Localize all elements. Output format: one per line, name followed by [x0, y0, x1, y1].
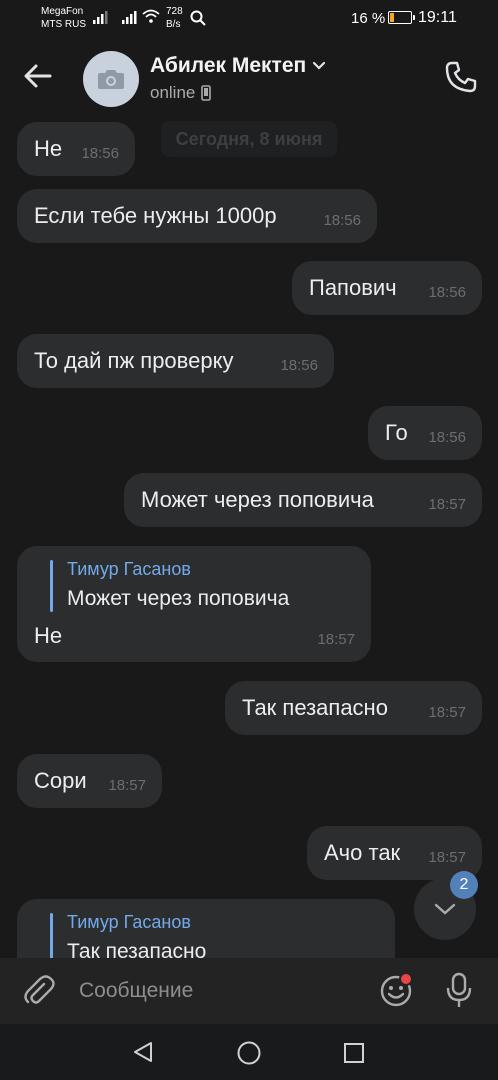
message-time: 18:57 [428, 496, 466, 513]
chat-header: Абилек Мектеп online [0, 36, 498, 120]
back-arrow-icon[interactable] [20, 58, 56, 94]
network-speed: 728 B/s [166, 5, 183, 31]
message-bubble[interactable]: Может через поповича 18:57 [124, 473, 482, 527]
carrier-name-1: MegaFon [41, 6, 84, 17]
reply-message-bubble[interactable]: Тимур Гасанов Может через поповича Не 18… [17, 546, 371, 662]
signal-icon [93, 11, 108, 24]
message-text: Сори [34, 768, 87, 793]
reply-quote-bar [50, 560, 53, 612]
message-bubble[interactable]: Го 18:56 [368, 406, 482, 460]
message-input[interactable] [79, 976, 359, 1006]
message-text: Может через поповича [141, 487, 374, 512]
reply-author[interactable]: Тимур Гасанов [67, 559, 191, 580]
camera-icon [98, 70, 124, 89]
message-time: 18:57 [108, 777, 146, 794]
network-speed-unit: B/s [166, 19, 181, 30]
message-time: 18:56 [428, 429, 466, 446]
phone-call-icon[interactable] [444, 60, 478, 94]
message-bubble[interactable]: Если тебе нужны 1000р 18:56 [17, 189, 377, 243]
message-time: 18:56 [428, 284, 466, 301]
chevron-down-icon [434, 903, 456, 915]
message-bubble[interactable]: То дай пж проверку 18:56 [17, 334, 334, 388]
message-text: Так пезапасно [242, 695, 388, 720]
mobile-device-icon [201, 85, 212, 101]
message-text: Не [34, 136, 63, 161]
message-time: 18:56 [81, 145, 119, 162]
reply-quote-bar [50, 913, 53, 958]
message-bubble[interactable]: Папович 18:56 [292, 261, 482, 315]
message-text: Не [34, 623, 63, 648]
notification-dot [399, 972, 413, 986]
wifi-icon [142, 9, 160, 23]
message-composer [0, 958, 498, 1024]
online-status: online [150, 83, 196, 102]
message-time: 18:57 [317, 631, 355, 648]
carrier-info: MegaFon MTS RUS [41, 5, 86, 31]
reply-quoted-text: Может через поповича [67, 587, 290, 610]
reply-message-bubble[interactable]: Тимур Гасанов Так пезапасно [17, 899, 395, 958]
nav-recent-apps-icon[interactable] [343, 1042, 365, 1064]
reply-quoted-text: Так пезапасно [67, 940, 207, 958]
battery-icon [388, 11, 415, 24]
message-text: Если тебе нужны 1000р [34, 203, 277, 228]
status-bar: MegaFon MTS RUS 728 B/s 16 % 19:11 [0, 0, 498, 36]
system-navigation-bar [0, 1024, 498, 1080]
clock: 19:11 [418, 9, 457, 26]
search-icon [190, 10, 206, 26]
avatar[interactable] [83, 51, 139, 107]
message-bubble[interactable]: Не 18:56 [17, 122, 135, 176]
message-text: Го [385, 420, 408, 445]
message-time: 18:57 [428, 704, 466, 721]
message-bubble[interactable]: Так пезапасно 18:57 [225, 681, 482, 735]
chevron-down-icon [313, 61, 326, 70]
message-list[interactable]: Сегодня, 8 июня Не 18:56 Если тебе нужны… [0, 120, 498, 958]
nav-home-icon[interactable] [236, 1040, 262, 1066]
nav-back-icon[interactable] [131, 1040, 155, 1064]
message-text: Папович [309, 275, 397, 300]
unread-count-badge: 2 [450, 871, 478, 899]
signal-icon-2 [122, 11, 137, 24]
message-time: 18:56 [280, 357, 318, 374]
battery-percent: 16 % [351, 10, 386, 27]
message-bubble[interactable]: Ачо так 18:57 [307, 826, 482, 880]
message-time: 18:57 [428, 849, 466, 866]
carrier-name-2: MTS RUS [41, 19, 86, 30]
network-speed-value: 728 [166, 6, 183, 17]
microphone-icon[interactable] [444, 972, 474, 1010]
chat-status-row: online [150, 83, 212, 103]
message-text: Ачо так [324, 840, 401, 865]
message-text: То дай пж проверку [34, 348, 234, 373]
date-separator: Сегодня, 8 июня [161, 121, 337, 157]
paperclip-icon[interactable] [22, 974, 56, 1008]
reply-author[interactable]: Тимур Гасанов [67, 912, 191, 933]
message-time: 18:56 [323, 212, 361, 229]
message-bubble[interactable]: Сори 18:57 [17, 754, 162, 808]
chat-title-row[interactable]: Абилек Мектеп [150, 54, 326, 78]
chat-title: Абилек Мектеп [150, 54, 307, 77]
